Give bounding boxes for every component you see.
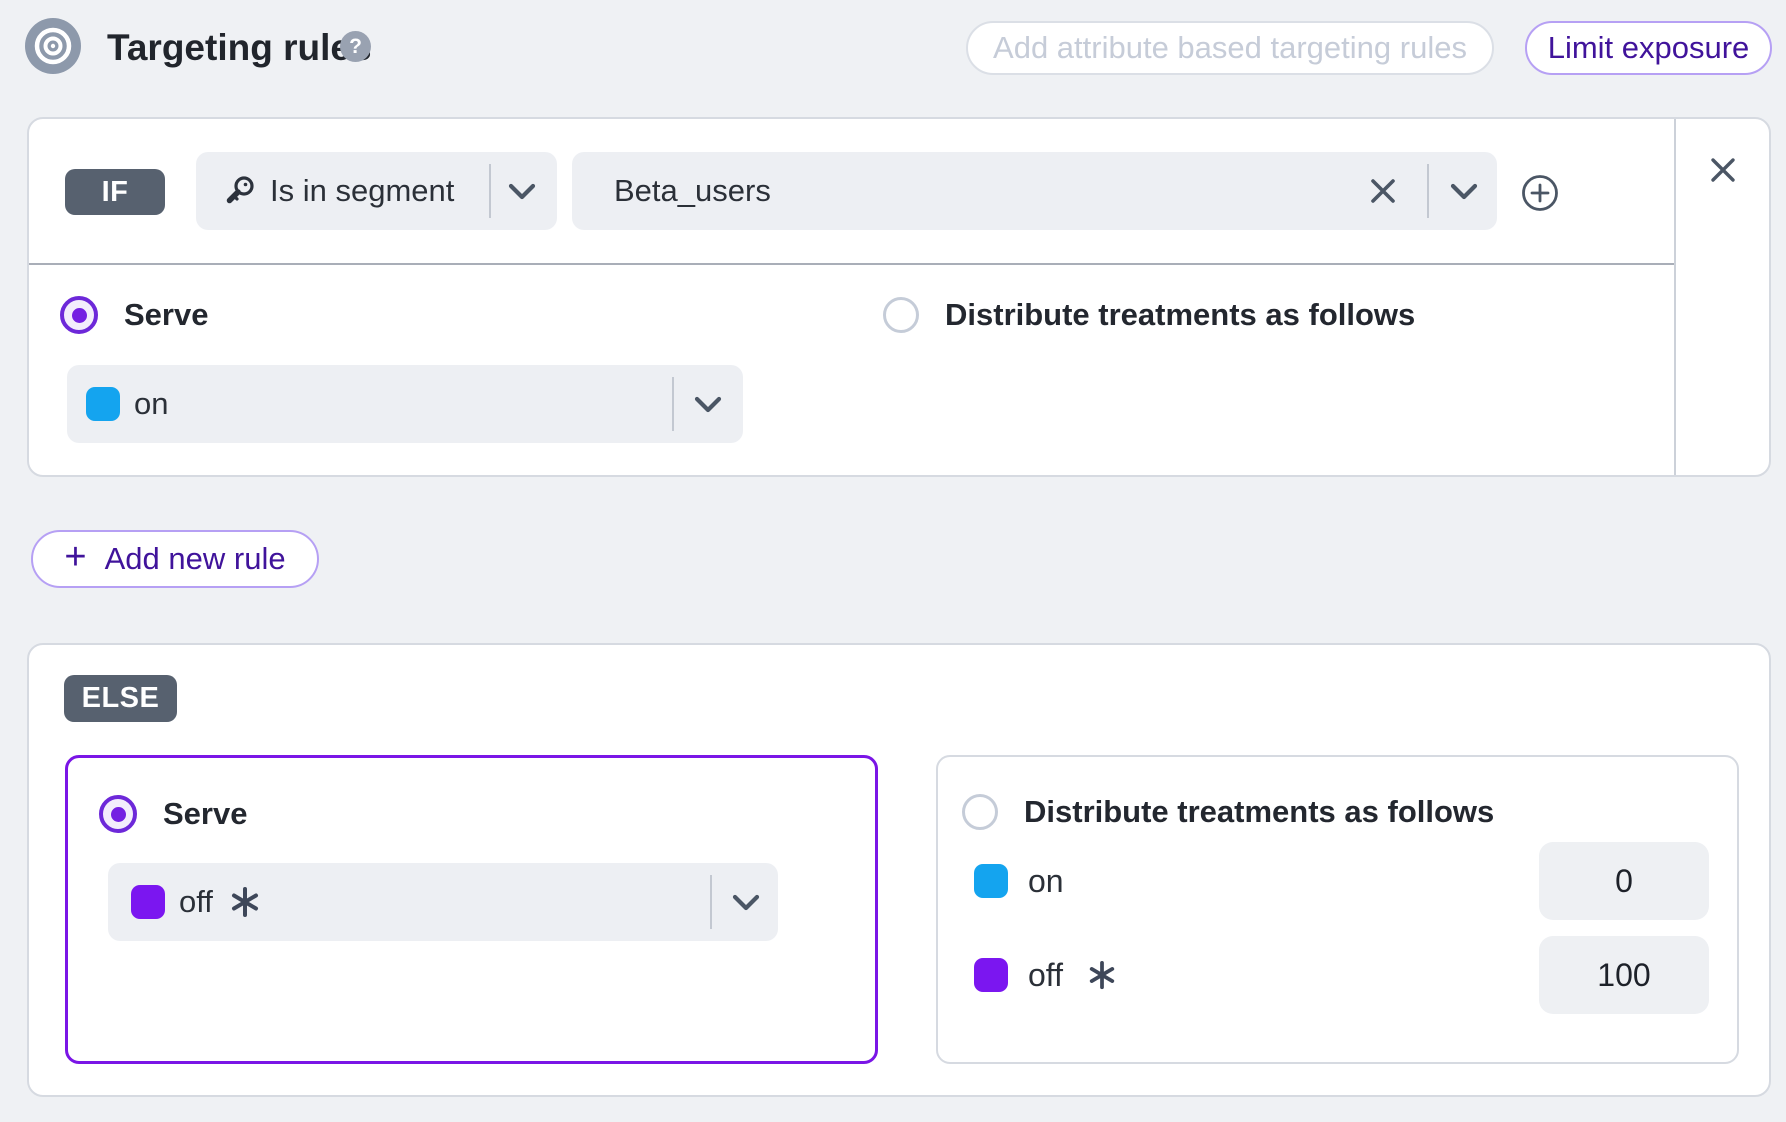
distribute-row-off: off bbox=[974, 958, 1117, 992]
distribute-option-row: Distribute treatments as follows bbox=[883, 297, 1415, 333]
chevron-down-icon[interactable] bbox=[732, 894, 760, 912]
chevron-down-icon[interactable] bbox=[694, 396, 722, 414]
target-icon bbox=[24, 17, 82, 75]
page-title: Targeting rules bbox=[107, 27, 372, 69]
clear-icon[interactable] bbox=[1369, 177, 1397, 205]
default-asterisk-icon bbox=[1087, 960, 1117, 990]
if-rule-card: IF Is in segment Beta_users bbox=[27, 117, 1771, 477]
field-divider bbox=[672, 377, 674, 431]
distribute-radio[interactable] bbox=[883, 297, 919, 333]
field-divider bbox=[489, 164, 491, 218]
card-right-divider bbox=[1674, 119, 1676, 475]
add-attribute-rules-button[interactable]: Add attribute based targeting rules bbox=[966, 21, 1494, 75]
key-icon bbox=[222, 173, 258, 209]
treatment-name: on bbox=[134, 386, 168, 422]
treatment-color-swatch bbox=[131, 885, 165, 919]
serve-radio[interactable] bbox=[60, 296, 98, 334]
chevron-down-icon[interactable] bbox=[1450, 183, 1478, 201]
serve-option-row: Serve bbox=[60, 295, 208, 335]
treatment-color-swatch bbox=[86, 387, 120, 421]
distribute-label: Distribute treatments as follows bbox=[1024, 794, 1494, 830]
treatment-color-swatch bbox=[974, 864, 1008, 898]
treatment-dropdown[interactable]: off bbox=[108, 863, 778, 941]
distribute-label: Distribute treatments as follows bbox=[945, 297, 1415, 333]
add-condition-icon[interactable] bbox=[1520, 173, 1560, 213]
if-badge: IF bbox=[65, 169, 165, 215]
section-divider bbox=[29, 263, 1674, 265]
add-new-rule-label: Add new rule bbox=[105, 541, 286, 577]
treatment-name: off bbox=[1028, 957, 1063, 994]
segment-select[interactable]: Beta_users bbox=[572, 152, 1497, 230]
treatment-color-swatch bbox=[974, 958, 1008, 992]
percentage-input[interactable] bbox=[1539, 842, 1709, 920]
treatment-name: on bbox=[1028, 863, 1064, 900]
serve-label: Serve bbox=[124, 297, 208, 333]
else-serve-panel: Serve off bbox=[65, 755, 878, 1064]
plus-icon: + bbox=[64, 536, 86, 579]
help-icon[interactable]: ? bbox=[340, 31, 371, 62]
serve-radio[interactable] bbox=[99, 795, 137, 833]
default-asterisk-icon bbox=[229, 886, 261, 918]
serve-option-row: Serve bbox=[99, 794, 247, 834]
targeting-rules-screen: Targeting rules ? Add attribute based ta… bbox=[0, 0, 1786, 1122]
distribute-row-on: on bbox=[974, 864, 1064, 898]
percentage-input[interactable] bbox=[1539, 936, 1709, 1014]
add-new-rule-button[interactable]: + Add new rule bbox=[31, 530, 319, 588]
distribute-option-row: Distribute treatments as follows bbox=[962, 794, 1494, 830]
limit-exposure-button[interactable]: Limit exposure bbox=[1525, 21, 1772, 75]
segment-value: Beta_users bbox=[614, 173, 771, 209]
field-divider bbox=[1427, 164, 1429, 218]
matcher-dropdown[interactable]: Is in segment bbox=[196, 152, 557, 230]
serve-label: Serve bbox=[163, 796, 247, 832]
distribute-radio[interactable] bbox=[962, 794, 998, 830]
chevron-down-icon[interactable] bbox=[508, 183, 536, 201]
field-divider bbox=[710, 875, 712, 929]
matcher-label: Is in segment bbox=[270, 173, 454, 209]
treatment-name: off bbox=[179, 884, 213, 920]
treatment-dropdown[interactable]: on bbox=[67, 365, 743, 443]
close-icon[interactable] bbox=[1708, 155, 1738, 185]
else-distribute-panel: Distribute treatments as follows on off bbox=[936, 755, 1739, 1064]
else-badge: ELSE bbox=[64, 675, 177, 722]
else-rule-card: ELSE Serve off Distr bbox=[27, 643, 1771, 1097]
